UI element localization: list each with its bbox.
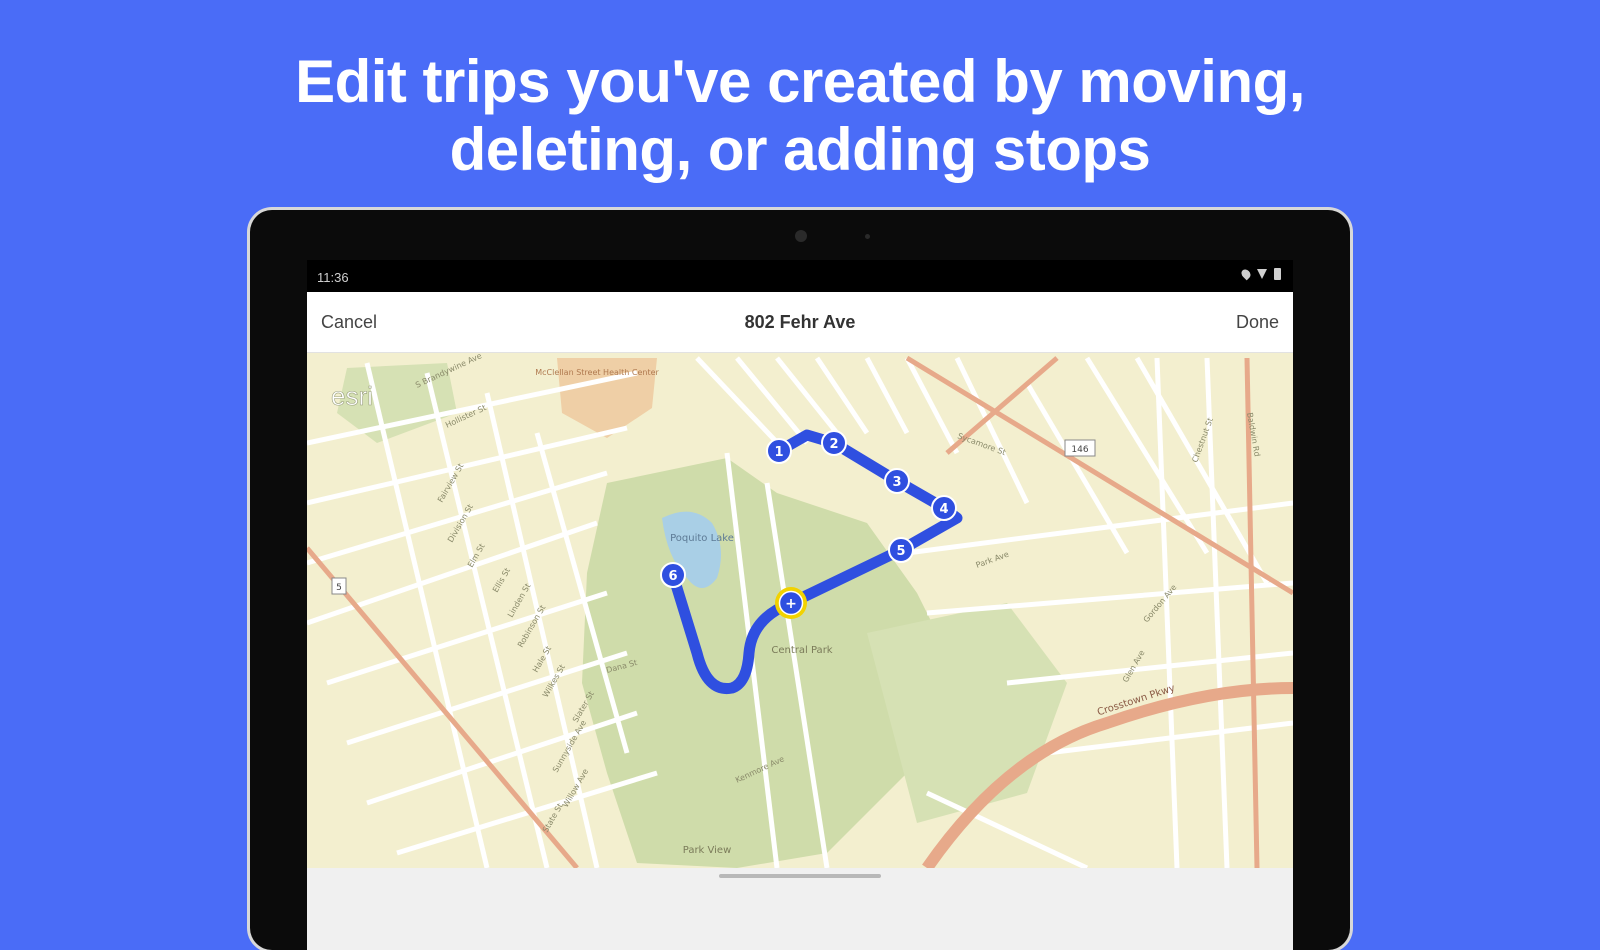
health-center-label: McClellan Street Health Center <box>535 368 659 377</box>
park-view-label: Park View <box>683 845 732 856</box>
camera-icon <box>795 230 807 242</box>
route-shield-146-label: 146 <box>1071 445 1088 455</box>
stop-marker-3[interactable]: 3 <box>884 468 910 494</box>
esri-logo: esri <box>331 381 373 411</box>
stop-marker-6[interactable]: 6 <box>660 562 686 588</box>
app-bar: Cancel 802 Fehr Ave Done <box>307 292 1293 353</box>
tablet-device: 11:36 Cancel 802 Fehr Ave Done 146 5 esr… <box>250 210 1350 950</box>
add-stop-marker[interactable]: + <box>775 587 807 619</box>
stop-marker-2[interactable]: 2 <box>821 430 847 456</box>
battery-icon <box>1274 268 1281 280</box>
bottom-sheet-handle[interactable] <box>719 874 881 878</box>
map-canvas[interactable]: 146 5 esri Poquito Lake Central Park Par… <box>307 353 1293 868</box>
add-stop-icon[interactable]: + <box>785 596 797 612</box>
status-icons <box>1239 267 1281 281</box>
route-shield-5-label: 5 <box>336 583 342 593</box>
location-icon <box>1239 267 1253 281</box>
page-title: 802 Fehr Ave <box>744 312 856 332</box>
headline: Edit trips you've created by moving, del… <box>0 48 1600 184</box>
headline-line-1: Edit trips you've created by moving, <box>295 48 1305 115</box>
bottom-sheet[interactable] <box>307 868 1293 950</box>
stop-marker-4[interactable]: 4 <box>931 495 957 521</box>
stop-marker-5[interactable]: 5 <box>888 537 914 563</box>
status-time: 11:36 <box>317 270 349 285</box>
wifi-icon <box>1257 269 1267 279</box>
cancel-button[interactable]: Cancel <box>321 312 377 333</box>
status-bar: 11:36 <box>307 260 1293 292</box>
stop-label-3: 3 <box>892 475 901 490</box>
map-view[interactable]: 146 5 esri Poquito Lake Central Park Par… <box>307 353 1293 868</box>
stop-label-5: 5 <box>896 544 905 559</box>
lake-label: Poquito Lake <box>670 533 734 544</box>
tablet-screen: 11:36 Cancel 802 Fehr Ave Done 146 5 esr… <box>307 260 1293 950</box>
headline-line-2: deleting, or adding stops <box>449 116 1151 183</box>
stop-label-2: 2 <box>829 437 838 452</box>
sensor-icon <box>865 234 870 239</box>
stop-label-1: 1 <box>774 445 783 460</box>
park-label: Central Park <box>771 645 832 656</box>
done-button[interactable]: Done <box>1236 312 1279 333</box>
stop-label-6: 6 <box>668 569 677 584</box>
stop-label-4: 4 <box>939 502 948 517</box>
stop-marker-1[interactable]: 1 <box>766 438 792 464</box>
